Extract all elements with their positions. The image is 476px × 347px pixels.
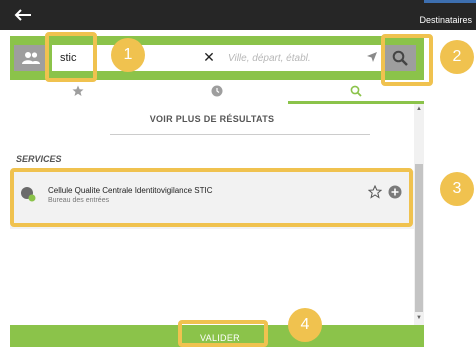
highlight-search-button [381,34,433,86]
callout-badge: 3 [440,172,474,206]
divider [110,134,370,135]
callout-badge: 4 [288,308,322,342]
search-icon [350,85,362,97]
arrow-left-icon[interactable] [14,9,32,21]
scroll-down-icon[interactable]: ▼ [416,315,422,321]
tab-bar [10,80,424,104]
scroll-up-icon[interactable]: ▲ [416,106,422,112]
callout-badge: 1 [111,38,145,72]
tab-history[interactable] [148,80,288,104]
clock-icon [211,85,223,97]
star-icon [72,85,84,96]
more-results-link[interactable]: VOIR PLUS DE RÉSULTATS [10,114,414,124]
highlight-validate-button [178,320,268,347]
top-bar: Destinataires [0,0,476,30]
close-icon[interactable]: ✕ [202,50,216,64]
location-arrow-icon[interactable] [366,51,378,63]
contacts-button[interactable] [14,45,48,71]
place-input[interactable] [222,45,382,71]
people-icon [22,52,40,64]
tab-favorites[interactable] [10,80,148,104]
page-title: Destinataires [419,15,472,25]
scrollbar[interactable]: ▲ ▼ [414,104,424,325]
highlight-service-row [10,168,413,227]
scroll-thumb[interactable] [415,164,423,312]
highlight-search-input [45,32,97,82]
section-title: SERVICES [16,154,62,164]
callout-badge: 2 [440,40,474,74]
